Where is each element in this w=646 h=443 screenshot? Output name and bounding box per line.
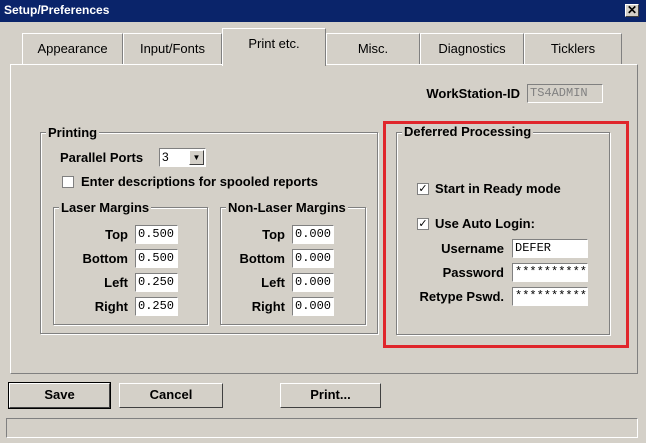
tab-appearance[interactable]: Appearance bbox=[22, 33, 123, 64]
close-button[interactable]: ✕ bbox=[625, 4, 639, 17]
nonlaser-top-label: Top bbox=[262, 227, 285, 242]
parallel-ports-value: 3 bbox=[162, 150, 169, 164]
retype-password-label: Retype Pswd. bbox=[419, 289, 504, 304]
password-field[interactable]: ********** bbox=[512, 263, 588, 282]
laser-left-field[interactable]: 0.250 bbox=[135, 273, 178, 292]
laser-left-label: Left bbox=[104, 275, 128, 290]
ready-mode-label: Start in Ready mode bbox=[435, 181, 561, 196]
laser-right-label: Right bbox=[94, 299, 128, 314]
username-label: Username bbox=[441, 241, 504, 256]
close-icon: ✕ bbox=[626, 3, 638, 17]
password-label: Password bbox=[442, 265, 504, 280]
tab-print-etc[interactable]: Print etc. bbox=[222, 28, 326, 66]
laser-top-label: Top bbox=[105, 227, 128, 242]
spool-desc-label: Enter descriptions for spooled reports bbox=[81, 174, 318, 189]
save-button[interactable]: Save bbox=[8, 382, 111, 409]
tab-misc[interactable]: Misc. bbox=[326, 33, 420, 64]
check-icon: ✓ bbox=[418, 183, 428, 195]
nonlaser-right-field[interactable]: 0.000 bbox=[292, 297, 334, 316]
cancel-button[interactable]: Cancel bbox=[119, 383, 223, 408]
nonlaser-bottom-label: Bottom bbox=[239, 251, 286, 266]
laser-bottom-label: Bottom bbox=[82, 251, 129, 266]
tab-label: Appearance bbox=[37, 41, 108, 56]
workstation-label: WorkStation-ID bbox=[426, 86, 520, 101]
print-button[interactable]: Print... bbox=[280, 383, 381, 408]
nonlaser-left-field[interactable]: 0.000 bbox=[292, 273, 334, 292]
laser-right-field[interactable]: 0.250 bbox=[135, 297, 178, 316]
tab-ticklers[interactable]: Ticklers bbox=[524, 33, 622, 64]
auto-login-checkbox[interactable]: ✓ bbox=[417, 218, 429, 230]
window-title: Setup/Preferences bbox=[4, 3, 110, 17]
chevron-down-icon[interactable]: ▼ bbox=[189, 150, 204, 165]
nonlaser-bottom-field[interactable]: 0.000 bbox=[292, 249, 334, 268]
laser-bottom-field[interactable]: 0.500 bbox=[135, 249, 178, 268]
laser-top-field[interactable]: 0.500 bbox=[135, 225, 178, 244]
tab-label: Input/Fonts bbox=[139, 41, 206, 56]
deferred-legend: Deferred Processing bbox=[402, 124, 534, 139]
auto-login-label: Use Auto Login: bbox=[435, 216, 535, 231]
tab-label: Print etc. bbox=[248, 36, 300, 51]
tab-label: Ticklers bbox=[550, 41, 596, 56]
tab-input-fonts[interactable]: Input/Fonts bbox=[123, 33, 222, 64]
tab-diagnostics[interactable]: Diagnostics bbox=[420, 33, 524, 64]
workstation-id-field: TS4ADMIN bbox=[527, 84, 603, 103]
parallel-ports-label: Parallel Ports bbox=[60, 150, 144, 165]
spool-desc-checkbox[interactable] bbox=[62, 176, 74, 188]
ready-mode-checkbox[interactable]: ✓ bbox=[417, 183, 429, 195]
printing-legend: Printing bbox=[46, 125, 100, 140]
status-bar bbox=[6, 418, 638, 438]
username-field[interactable]: DEFER bbox=[512, 239, 588, 258]
retype-password-field[interactable]: ********** bbox=[512, 287, 588, 306]
tab-label: Misc. bbox=[357, 41, 389, 56]
nonlaser-top-field[interactable]: 0.000 bbox=[292, 225, 334, 244]
laser-margins-legend: Laser Margins bbox=[59, 200, 152, 215]
nonlaser-right-label: Right bbox=[251, 299, 285, 314]
tab-label: Diagnostics bbox=[438, 41, 506, 56]
nonlaser-left-label: Left bbox=[261, 275, 285, 290]
check-icon: ✓ bbox=[418, 218, 428, 230]
title-bar: Setup/Preferences ✕ bbox=[0, 0, 646, 22]
nonlaser-margins-legend: Non-Laser Margins bbox=[226, 200, 348, 215]
parallel-ports-select[interactable]: 3 ▼ bbox=[159, 148, 206, 167]
